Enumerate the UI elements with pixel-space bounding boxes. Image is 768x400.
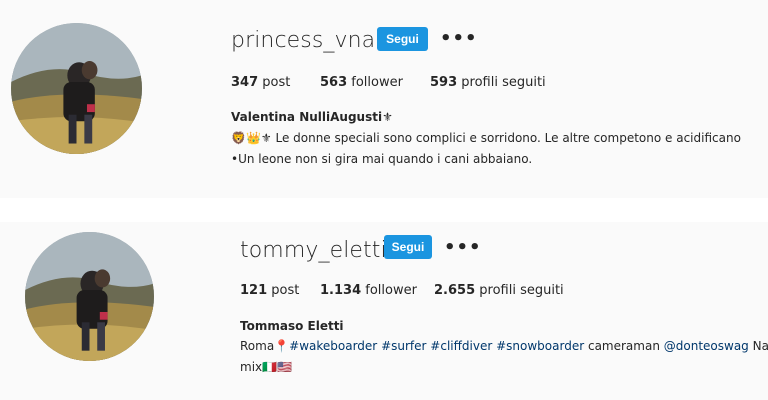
bio-line-2: mix🇮🇹🇺🇸 (240, 360, 293, 374)
hashtag-link[interactable]: #surfer (381, 339, 426, 353)
posts-value: 347 (231, 75, 259, 90)
posts-count: 347 post (231, 75, 290, 90)
username: princess_vna (231, 28, 376, 53)
bio-tail: Native (752, 339, 768, 353)
follow-button[interactable]: Segui (377, 27, 428, 51)
posts-count: 121 post (240, 283, 299, 298)
hashtag-link[interactable]: #cliffdiver (430, 339, 492, 353)
posts-value: 121 (240, 283, 268, 298)
mention-link[interactable]: @donteoswag (664, 339, 749, 353)
posts-label: post (271, 283, 300, 298)
bio-emoji: 🦁👑⚜ (231, 131, 272, 145)
following-label: profili seguiti (461, 75, 546, 90)
followers-label: follower (351, 75, 403, 90)
profile-header-tommy: tommy_eletti Segui ••• 121 post 1.134 fo… (0, 222, 768, 400)
hashtag-link[interactable]: #snowboarder (496, 339, 584, 353)
full-name: Tommaso Eletti (240, 319, 344, 333)
followers-value: 1.134 (320, 283, 362, 298)
full-name: Valentina NulliAugusti⚜ (231, 110, 393, 124)
bio-city: Roma (240, 339, 275, 353)
followers-value: 563 (320, 75, 348, 90)
profile-avatar[interactable] (11, 23, 142, 154)
following-count[interactable]: 593 profili seguiti (430, 75, 546, 90)
followers-count[interactable]: 563 follower (320, 75, 403, 90)
following-value: 593 (430, 75, 458, 90)
bio-line-2: •Un leone non si gira mai quando i cani … (231, 152, 533, 166)
pin-icon: 📍 (274, 339, 290, 353)
profile-header-princess: princess_vna Segui ••• 347 post 563 foll… (0, 0, 768, 198)
bio-line-1: Roma📍#wakeboarder #surfer #cliffdiver #s… (240, 336, 768, 357)
follow-button[interactable]: Segui (384, 235, 432, 259)
followers-label: follower (365, 283, 417, 298)
followers-count[interactable]: 1.134 follower (320, 283, 417, 298)
avatar-photo (25, 232, 154, 361)
profile-avatar[interactable] (25, 232, 154, 361)
avatar-photo (11, 23, 142, 154)
username: tommy_eletti (240, 238, 387, 263)
more-options-icon[interactable]: ••• (444, 239, 482, 257)
following-label: profili seguiti (479, 283, 564, 298)
hashtag-link[interactable]: #wakeboarder (289, 339, 377, 353)
bio-text-1: Le donne speciali sono complici e sorrid… (275, 131, 741, 145)
bio-line-1: 🦁👑⚜ Le donne speciali sono complici e so… (231, 128, 741, 149)
more-options-icon[interactable]: ••• (440, 30, 478, 48)
following-value: 2.655 (434, 283, 476, 298)
posts-label: post (262, 75, 291, 90)
bio-role: cameraman (587, 339, 660, 353)
following-count[interactable]: 2.655 profili seguiti (434, 283, 564, 298)
